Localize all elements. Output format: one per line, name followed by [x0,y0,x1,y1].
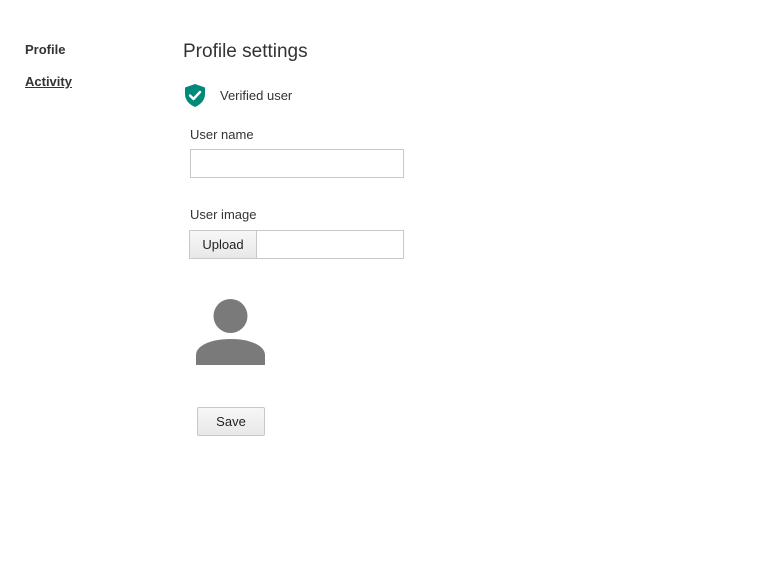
user-name-input[interactable] [190,149,404,178]
verified-status: Verified user [185,83,292,107]
upload-button[interactable]: Upload [190,231,257,258]
user-image-file-field[interactable]: Upload [189,230,404,259]
sidebar-item-profile[interactable]: Profile [25,42,65,57]
verified-user-label: Verified user [220,87,293,103]
page-title: Profile settings [183,41,308,62]
user-image-label: User image [190,207,257,222]
save-button[interactable]: Save [197,407,265,436]
user-silhouette-icon [196,299,265,365]
shield-check-icon [185,83,205,107]
sidebar-item-activity[interactable]: Activity [25,74,72,89]
user-name-label: User name [190,127,254,142]
profile-settings-page: Profile Activity Profile settings Verifi… [0,0,763,562]
